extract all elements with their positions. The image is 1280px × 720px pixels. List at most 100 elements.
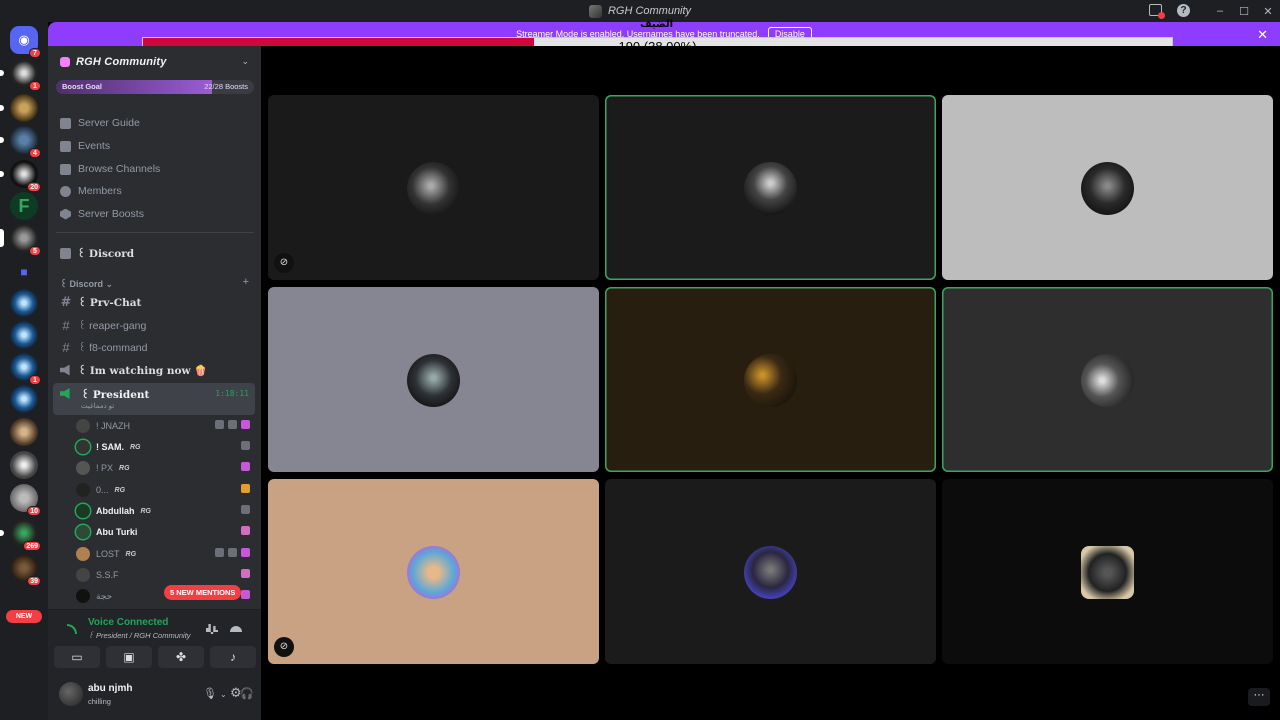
avatar (76, 504, 90, 518)
participant-tile[interactable] (605, 287, 936, 472)
folder-icon[interactable]: ■ (10, 258, 38, 286)
screen-share-button[interactable]: ▣ (106, 646, 152, 668)
soundboard-button[interactable]: ♪ (210, 646, 256, 668)
voice-member[interactable]: ! SAM. RG (76, 437, 254, 457)
voice-member[interactable]: Abdullah RG (76, 501, 254, 521)
maximize-button[interactable]: ☐ (1232, 0, 1256, 22)
member-name: Abdullah (96, 506, 135, 516)
server-rail: ◉ 7 1 4 20 F 5 ■ 1 10 269 39 NEW (0, 22, 48, 720)
server-icon[interactable] (10, 321, 38, 349)
server-icon[interactable]: F (10, 192, 38, 220)
channel-reaper-gang[interactable]: # ꒰ reaper-gang (56, 315, 254, 335)
close-banner-icon[interactable]: ✕ (1257, 27, 1268, 43)
category-label: ꒰ Discord (60, 279, 104, 289)
server-icon[interactable] (10, 289, 38, 317)
boost-count: 22/28 Boosts (204, 82, 248, 91)
participant-tile[interactable] (942, 479, 1273, 664)
camera-button[interactable]: ▭ (54, 646, 100, 668)
nav-events[interactable]: Events (56, 136, 254, 156)
boost-icon (60, 208, 71, 220)
divider (56, 232, 254, 233)
nav-label: Server Guide (78, 117, 140, 129)
channel-im-watching-now[interactable]: ꒰ Im watching now 🍿 (56, 360, 254, 380)
voice-channel-president[interactable]: ꒰ President 1:18:11 تو دمماغيت (53, 383, 255, 415)
chevron-down-icon[interactable]: ⌄ (241, 56, 249, 67)
home-button[interactable]: ◉ 7 (10, 26, 41, 58)
server-icon[interactable] (0, 94, 38, 122)
participant-tile[interactable] (605, 95, 936, 280)
headphones-icon[interactable]: 🎧 (240, 687, 254, 700)
minimize-button[interactable]: – (1208, 0, 1232, 22)
crown-icon (241, 505, 250, 514)
noise-suppression-icon[interactable] (206, 624, 218, 634)
voice-member[interactable]: ! JNAZH (76, 416, 254, 436)
server-badge: 7 (29, 48, 41, 58)
server-icon[interactable]: 1 (10, 353, 41, 385)
participant-tile[interactable] (942, 287, 1273, 472)
participant-tile[interactable]: ⊘ (268, 479, 599, 664)
server-badge-icon (60, 57, 70, 67)
server-icon[interactable] (10, 418, 38, 446)
channel-f8-command[interactable]: # ꒰ f8-command (56, 337, 254, 357)
voice-member[interactable]: ! PX RG (76, 458, 254, 478)
channel-label: ꒰ reaper-gang (78, 320, 147, 332)
boost-goal-bar[interactable]: Boost Goal 22/28 Boosts (56, 80, 254, 94)
nav-server-guide[interactable]: Server Guide (56, 113, 254, 133)
server-icon[interactable]: 20 (0, 160, 41, 192)
close-window-button[interactable]: ✕ (1256, 0, 1280, 22)
activities-button[interactable]: ✤ (158, 646, 204, 668)
server-icon[interactable]: 1 (0, 59, 41, 91)
avatar[interactable] (59, 682, 83, 706)
activity-icon (241, 590, 250, 599)
window-title: RGH Community (588, 4, 691, 18)
channel-label: ꒰ Discord (77, 248, 135, 260)
gear-icon[interactable]: ⚙ (230, 685, 242, 701)
chevron-down-icon[interactable]: ⌄ (220, 690, 227, 699)
add-channel-icon[interactable]: + (243, 276, 249, 288)
nav-server-boosts[interactable]: Server Boosts (56, 204, 254, 224)
server-icon[interactable] (10, 451, 38, 479)
server-icon[interactable]: 4 (0, 126, 41, 158)
nav-members[interactable]: Members (56, 181, 254, 201)
server-icon[interactable]: 39 (10, 554, 41, 586)
channel-prv-chat[interactable]: # ꒰ Prv-Chat (56, 292, 254, 312)
participant-tile[interactable] (942, 95, 1273, 280)
avatar (76, 547, 90, 561)
disconnect-icon[interactable] (230, 626, 242, 632)
activity-icon (241, 484, 250, 493)
list-icon (60, 163, 71, 175)
voice-member[interactable]: Abu Turki (76, 522, 254, 542)
nav-browse-channels[interactable]: Browse Channels (56, 159, 254, 179)
speaker-icon (60, 388, 70, 399)
server-icon[interactable]: 10 (10, 484, 41, 516)
participant-tile[interactable] (268, 287, 599, 472)
server-icon[interactable]: 269 (0, 519, 41, 551)
help-icon[interactable]: ? (1177, 4, 1190, 17)
more-options-button[interactable]: ··· (1248, 688, 1270, 706)
participant-tile[interactable]: ⊘ (268, 95, 599, 280)
new-servers-pill[interactable]: NEW (6, 610, 42, 623)
video-stage: ⊘ ⊘ ··· (261, 46, 1280, 720)
camera-off-icon: ▭ (71, 650, 83, 664)
discord-window: { "window": {"title": "RGH Community"}, … (0, 0, 1280, 720)
microphone-icon[interactable]: 🎙 (203, 687, 217, 700)
inbox-icon[interactable] (1149, 4, 1165, 19)
avatar (76, 589, 90, 603)
avatar (1081, 354, 1134, 407)
category-header[interactable]: ꒰ Discord ⌄ (60, 278, 113, 290)
avatar (744, 354, 797, 407)
avatar (76, 461, 90, 475)
participant-tile[interactable] (605, 479, 936, 664)
server-badge: 1 (29, 375, 41, 385)
server-icon[interactable] (10, 385, 38, 413)
activity-icon (241, 526, 250, 535)
member-status-icons (241, 569, 250, 578)
server-header[interactable]: RGH Community ⌄ (48, 46, 261, 78)
voice-member[interactable]: 0... RG (76, 480, 254, 500)
voice-member[interactable]: S.S.F (76, 565, 254, 585)
channel-discord[interactable]: ꒰ Discord (56, 243, 254, 263)
activities-icon: ✤ (175, 650, 187, 664)
voice-member[interactable]: LOST RG (76, 544, 254, 564)
new-mentions-pill[interactable]: 5 NEW MENTIONS (164, 585, 242, 600)
server-icon[interactable]: 5 (0, 224, 41, 256)
